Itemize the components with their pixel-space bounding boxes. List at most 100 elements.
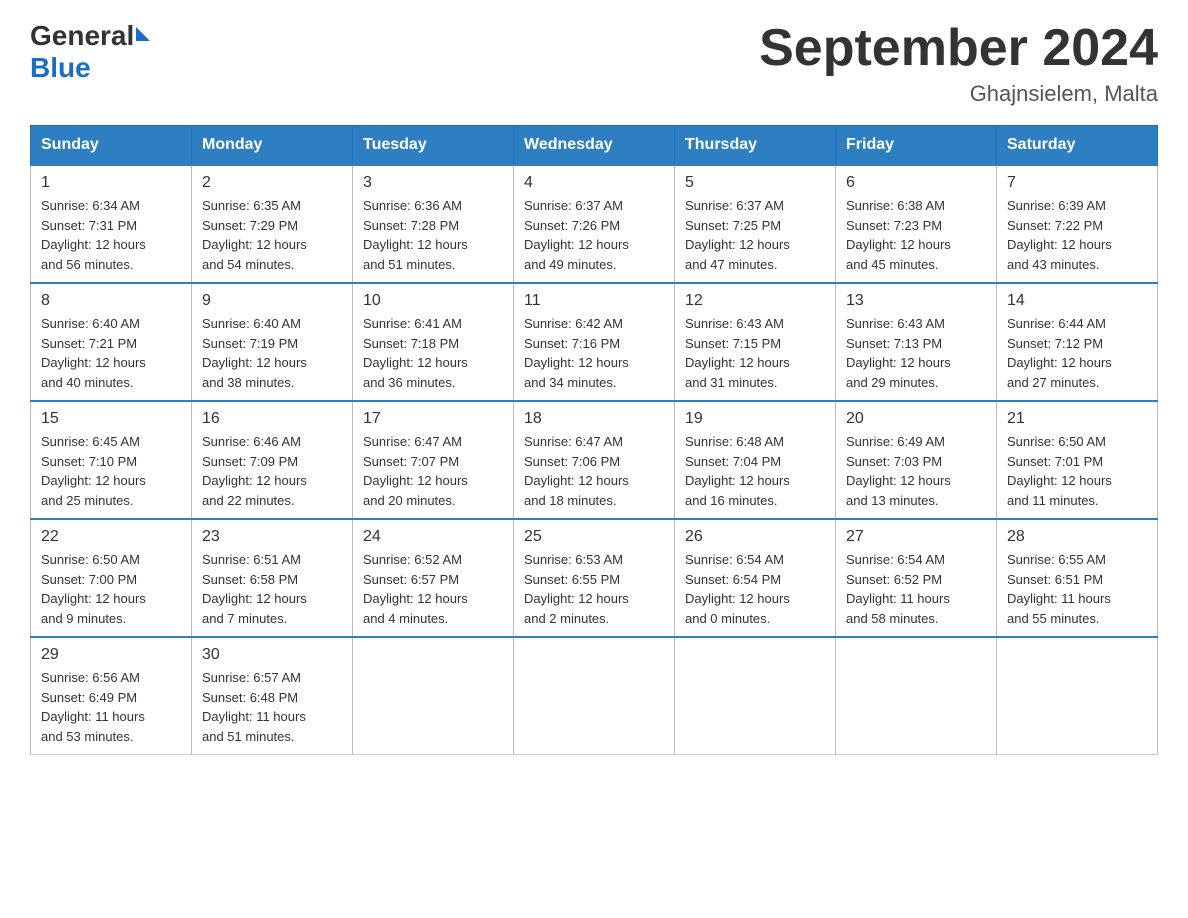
- calendar-cell: 7 Sunrise: 6:39 AMSunset: 7:22 PMDaylight…: [997, 165, 1158, 283]
- day-number: 19: [685, 410, 825, 428]
- day-info: Sunrise: 6:40 AMSunset: 7:19 PMDaylight:…: [202, 316, 307, 390]
- day-info: Sunrise: 6:34 AMSunset: 7:31 PMDaylight:…: [41, 198, 146, 272]
- day-info: Sunrise: 6:40 AMSunset: 7:21 PMDaylight:…: [41, 316, 146, 390]
- day-number: 17: [363, 410, 503, 428]
- calendar-week-row: 29 Sunrise: 6:56 AMSunset: 6:49 PMDayligh…: [31, 637, 1158, 755]
- calendar-cell: 21Sunrise: 6:50 AMSunset: 7:01 PMDayligh…: [997, 401, 1158, 519]
- calendar-cell: 17 Sunrise: 6:47 AMSunset: 7:07 PMDayligh…: [353, 401, 514, 519]
- day-number: 10: [363, 292, 503, 310]
- calendar-cell: 6 Sunrise: 6:38 AMSunset: 7:23 PMDaylight…: [836, 165, 997, 283]
- calendar-week-row: 8 Sunrise: 6:40 AMSunset: 7:21 PMDaylight…: [31, 283, 1158, 401]
- calendar-cell: 18 Sunrise: 6:47 AMSunset: 7:06 PMDayligh…: [514, 401, 675, 519]
- day-info: Sunrise: 6:36 AMSunset: 7:28 PMDaylight:…: [363, 198, 468, 272]
- day-info: Sunrise: 6:35 AMSunset: 7:29 PMDaylight:…: [202, 198, 307, 272]
- calendar-cell: 24Sunrise: 6:52 AMSunset: 6:57 PMDayligh…: [353, 519, 514, 637]
- header: General Blue September 2024 Ghajnsielem,…: [30, 20, 1158, 107]
- calendar-cell: 11 Sunrise: 6:42 AMSunset: 7:16 PMDayligh…: [514, 283, 675, 401]
- calendar-cell: [353, 637, 514, 755]
- logo-triangle-icon: [136, 27, 150, 41]
- calendar-cell: 4Sunrise: 6:37 AMSunset: 7:26 PMDaylight…: [514, 165, 675, 283]
- day-info: Sunrise: 6:41 AMSunset: 7:18 PMDaylight:…: [363, 316, 468, 390]
- title-area: September 2024 Ghajnsielem, Malta: [759, 20, 1158, 107]
- day-number: 24: [363, 528, 503, 546]
- day-info: Sunrise: 6:37 AMSunset: 7:25 PMDaylight:…: [685, 198, 790, 272]
- day-number: 9: [202, 292, 342, 310]
- column-header-sunday: Sunday: [31, 126, 192, 166]
- day-number: 25: [524, 528, 664, 546]
- column-header-saturday: Saturday: [997, 126, 1158, 166]
- calendar-cell: [675, 637, 836, 755]
- column-header-tuesday: Tuesday: [353, 126, 514, 166]
- day-number: 22: [41, 528, 181, 546]
- calendar-week-row: 1 Sunrise: 6:34 AMSunset: 7:31 PMDaylight…: [31, 165, 1158, 283]
- calendar-cell: 9 Sunrise: 6:40 AMSunset: 7:19 PMDaylight…: [192, 283, 353, 401]
- day-number: 29: [41, 646, 181, 664]
- calendar-cell: 28 Sunrise: 6:55 AMSunset: 6:51 PMDayligh…: [997, 519, 1158, 637]
- day-info: Sunrise: 6:44 AMSunset: 7:12 PMDaylight:…: [1007, 316, 1112, 390]
- day-number: 1: [41, 174, 181, 192]
- day-number: 13: [846, 292, 986, 310]
- day-number: 3: [363, 174, 503, 192]
- calendar-table: SundayMondayTuesdayWednesdayThursdayFrid…: [30, 125, 1158, 755]
- calendar-cell: [836, 637, 997, 755]
- calendar-cell: 2 Sunrise: 6:35 AMSunset: 7:29 PMDaylight…: [192, 165, 353, 283]
- day-info: Sunrise: 6:46 AMSunset: 7:09 PMDaylight:…: [202, 434, 307, 508]
- logo-general-text: General: [30, 20, 134, 52]
- day-info: Sunrise: 6:38 AMSunset: 7:23 PMDaylight:…: [846, 198, 951, 272]
- calendar-cell: 30 Sunrise: 6:57 AMSunset: 6:48 PMDayligh…: [192, 637, 353, 755]
- day-info: Sunrise: 6:57 AMSunset: 6:48 PMDaylight:…: [202, 670, 306, 744]
- calendar-week-row: 15 Sunrise: 6:45 AMSunset: 7:10 PMDayligh…: [31, 401, 1158, 519]
- calendar-cell: [514, 637, 675, 755]
- day-number: 11: [524, 292, 664, 310]
- day-info: Sunrise: 6:53 AMSunset: 6:55 PMDaylight:…: [524, 552, 629, 626]
- day-number: 16: [202, 410, 342, 428]
- day-info: Sunrise: 6:43 AMSunset: 7:13 PMDaylight:…: [846, 316, 951, 390]
- day-number: 7: [1007, 174, 1147, 192]
- day-info: Sunrise: 6:49 AMSunset: 7:03 PMDaylight:…: [846, 434, 951, 508]
- day-info: Sunrise: 6:47 AMSunset: 7:06 PMDaylight:…: [524, 434, 629, 508]
- calendar-cell: 26Sunrise: 6:54 AMSunset: 6:54 PMDayligh…: [675, 519, 836, 637]
- calendar-cell: 16 Sunrise: 6:46 AMSunset: 7:09 PMDayligh…: [192, 401, 353, 519]
- day-info: Sunrise: 6:39 AMSunset: 7:22 PMDaylight:…: [1007, 198, 1112, 272]
- column-header-monday: Monday: [192, 126, 353, 166]
- day-number: 6: [846, 174, 986, 192]
- column-header-friday: Friday: [836, 126, 997, 166]
- day-info: Sunrise: 6:55 AMSunset: 6:51 PMDaylight:…: [1007, 552, 1111, 626]
- calendar-cell: [997, 637, 1158, 755]
- month-title: September 2024: [759, 20, 1158, 77]
- day-info: Sunrise: 6:42 AMSunset: 7:16 PMDaylight:…: [524, 316, 629, 390]
- calendar-week-row: 22Sunrise: 6:50 AMSunset: 7:00 PMDayligh…: [31, 519, 1158, 637]
- calendar-cell: 8 Sunrise: 6:40 AMSunset: 7:21 PMDaylight…: [31, 283, 192, 401]
- calendar-cell: 13 Sunrise: 6:43 AMSunset: 7:13 PMDayligh…: [836, 283, 997, 401]
- calendar-cell: 19 Sunrise: 6:48 AMSunset: 7:04 PMDayligh…: [675, 401, 836, 519]
- day-info: Sunrise: 6:48 AMSunset: 7:04 PMDaylight:…: [685, 434, 790, 508]
- day-number: 20: [846, 410, 986, 428]
- day-number: 14: [1007, 292, 1147, 310]
- day-info: Sunrise: 6:56 AMSunset: 6:49 PMDaylight:…: [41, 670, 145, 744]
- calendar-cell: 25 Sunrise: 6:53 AMSunset: 6:55 PMDayligh…: [514, 519, 675, 637]
- calendar-cell: 14 Sunrise: 6:44 AMSunset: 7:12 PMDayligh…: [997, 283, 1158, 401]
- day-info: Sunrise: 6:45 AMSunset: 7:10 PMDaylight:…: [41, 434, 146, 508]
- column-header-wednesday: Wednesday: [514, 126, 675, 166]
- logo: General Blue: [30, 20, 150, 84]
- calendar-cell: 12Sunrise: 6:43 AMSunset: 7:15 PMDayligh…: [675, 283, 836, 401]
- day-number: 18: [524, 410, 664, 428]
- day-number: 8: [41, 292, 181, 310]
- day-info: Sunrise: 6:43 AMSunset: 7:15 PMDaylight:…: [685, 316, 790, 390]
- day-number: 21: [1007, 410, 1147, 428]
- day-number: 2: [202, 174, 342, 192]
- day-number: 5: [685, 174, 825, 192]
- day-number: 28: [1007, 528, 1147, 546]
- day-number: 30: [202, 646, 342, 664]
- calendar-cell: 22Sunrise: 6:50 AMSunset: 7:00 PMDayligh…: [31, 519, 192, 637]
- day-number: 15: [41, 410, 181, 428]
- calendar-cell: 3 Sunrise: 6:36 AMSunset: 7:28 PMDaylight…: [353, 165, 514, 283]
- calendar-cell: 5 Sunrise: 6:37 AMSunset: 7:25 PMDaylight…: [675, 165, 836, 283]
- day-info: Sunrise: 6:54 AMSunset: 6:54 PMDaylight:…: [685, 552, 790, 626]
- calendar-cell: 29 Sunrise: 6:56 AMSunset: 6:49 PMDayligh…: [31, 637, 192, 755]
- calendar-cell: 15 Sunrise: 6:45 AMSunset: 7:10 PMDayligh…: [31, 401, 192, 519]
- day-info: Sunrise: 6:51 AMSunset: 6:58 PMDaylight:…: [202, 552, 307, 626]
- column-header-thursday: Thursday: [675, 126, 836, 166]
- day-info: Sunrise: 6:47 AMSunset: 7:07 PMDaylight:…: [363, 434, 468, 508]
- calendar-cell: 23Sunrise: 6:51 AMSunset: 6:58 PMDayligh…: [192, 519, 353, 637]
